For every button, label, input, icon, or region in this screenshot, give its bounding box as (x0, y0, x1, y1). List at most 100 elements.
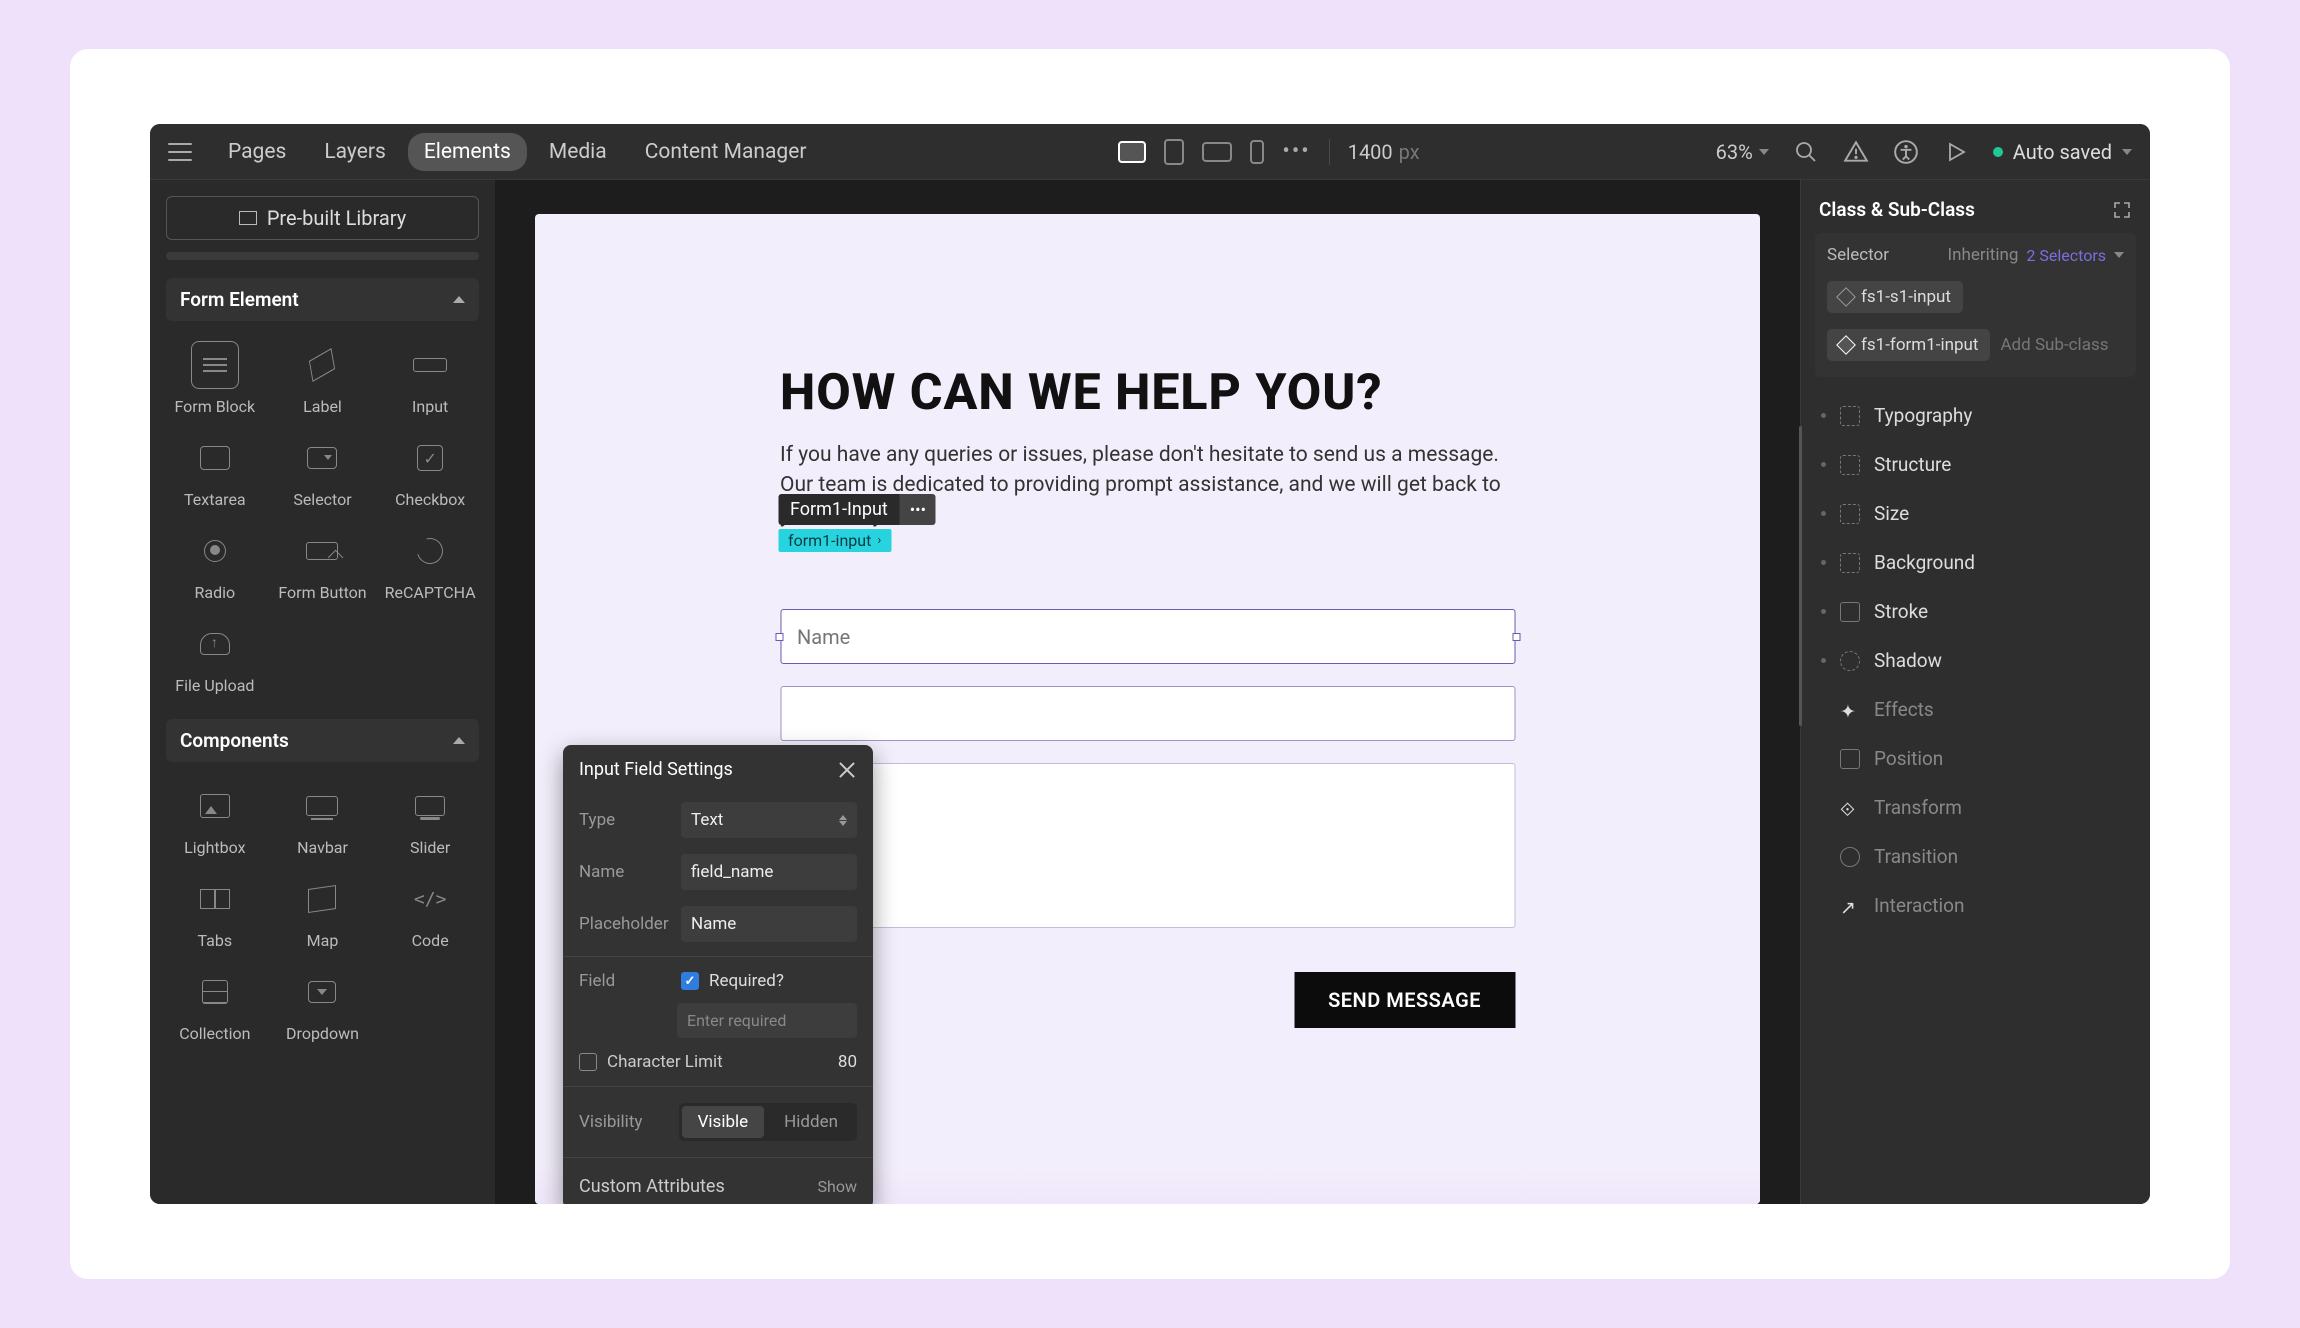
audit-icon[interactable] (1843, 139, 1869, 165)
selector-box: Selector Inheriting 2 Selectors fs1-s1-i… (1815, 233, 2136, 377)
style-size[interactable]: Size (1815, 489, 2136, 538)
nav-media[interactable]: Media (533, 133, 623, 171)
input-field-settings-panel: Input Field Settings Type Text Name fiel… (563, 745, 873, 1204)
accessibility-icon[interactable] (1893, 139, 1919, 165)
visibility-row: Visibility Visible Hidden (563, 1093, 873, 1151)
top-nav: Pages Layers Elements Media Content Mana… (212, 133, 822, 171)
form-elements-grid: Form Block Label Input Textarea Selector… (166, 335, 479, 701)
charlimit-value[interactable]: 80 (838, 1052, 857, 1072)
style-background[interactable]: Background (1815, 538, 2136, 587)
style-interaction[interactable]: ↗Interaction (1815, 881, 2136, 930)
hamburger-menu-icon[interactable] (168, 143, 192, 161)
email-input[interactable] (780, 686, 1515, 741)
phone-icon[interactable] (1250, 140, 1264, 164)
chevron-down-icon (1759, 149, 1769, 155)
required-checkbox[interactable] (681, 972, 699, 990)
tablet-landscape-icon[interactable] (1202, 142, 1232, 162)
visibility-hidden-option[interactable]: Hidden (768, 1106, 854, 1138)
component-tabs[interactable]: Tabs (166, 869, 264, 956)
preview-play-icon[interactable] (1943, 139, 1969, 165)
close-icon[interactable] (837, 760, 857, 780)
resize-handle-right[interactable] (1512, 633, 1520, 641)
device-preview-group: ••• (1118, 139, 1310, 165)
expand-icon[interactable] (2112, 200, 2132, 220)
element-form-block[interactable]: Form Block (166, 335, 264, 422)
type-select[interactable]: Text (681, 802, 857, 838)
element-file-upload[interactable]: File Upload (166, 614, 264, 701)
custom-attributes-row: Custom Attributes Show (563, 1164, 873, 1204)
more-devices-icon[interactable]: ••• (1282, 139, 1310, 164)
selected-class-tag[interactable]: form1-input› (778, 529, 891, 552)
message-textarea[interactable] (780, 763, 1515, 928)
canvas-width-value: 1400 (1348, 140, 1393, 164)
element-radio[interactable]: Radio (166, 521, 264, 608)
placeholder-input-field[interactable]: Name (681, 906, 857, 942)
nav-layers[interactable]: Layers (308, 133, 401, 171)
style-position[interactable]: Position (1815, 734, 2136, 783)
form-fields: SEND MESSAGE (780, 609, 1515, 1028)
prebuilt-library-button[interactable]: Pre-built Library (166, 196, 479, 240)
selection-breadcrumb[interactable]: Form1-Input ••• (778, 494, 936, 525)
character-limit-row: Character Limit 80 (563, 1044, 873, 1080)
add-subclass-button[interactable]: Add Sub-class (2000, 335, 2108, 355)
class-chip-fs1-form1-input[interactable]: fs1-form1-input (1827, 329, 1990, 361)
style-effects[interactable]: ✦Effects (1815, 685, 2136, 734)
zoom-value: 63% (1716, 140, 1753, 164)
tablet-portrait-icon[interactable] (1164, 139, 1184, 165)
panel-scrollbar[interactable] (1799, 426, 1802, 726)
component-slider[interactable]: Slider (381, 776, 479, 863)
style-panel: Class & Sub-Class Selector Inheriting 2 … (1800, 180, 2150, 1204)
style-typography[interactable]: Typography (1815, 391, 2136, 440)
class-chip-fs1-s1-input[interactable]: fs1-s1-input (1827, 281, 1963, 313)
element-checkbox[interactable]: Checkbox (381, 428, 479, 515)
component-lightbox[interactable]: Lightbox (166, 776, 264, 863)
search-icon[interactable] (1793, 139, 1819, 165)
name-row: Name field_name (563, 846, 873, 898)
component-navbar[interactable]: Navbar (274, 776, 372, 863)
name-input[interactable] (780, 609, 1515, 664)
style-structure[interactable]: Structure (1815, 440, 2136, 489)
style-transition[interactable]: Transition (1815, 832, 2136, 881)
nav-content-manager[interactable]: Content Manager (629, 133, 823, 171)
form-heading[interactable]: HOW CAN WE HELP YOU? (780, 364, 1515, 422)
desktop-icon[interactable] (1118, 141, 1146, 163)
app-outer-frame: Pages Layers Elements Media Content Mana… (70, 49, 2230, 1279)
style-stroke[interactable]: Stroke (1815, 587, 2136, 636)
nav-elements[interactable]: Elements (408, 133, 527, 171)
element-recaptcha[interactable]: ReCAPTCHA (381, 521, 479, 608)
element-label[interactable]: Label (274, 335, 372, 422)
autosave-status[interactable]: Auto saved (1993, 140, 2132, 164)
component-collection[interactable]: Collection (166, 962, 264, 1049)
charlimit-checkbox[interactable] (579, 1053, 597, 1071)
top-right-tools: 63% Auto saved (1716, 139, 2132, 165)
visibility-label: Visibility (579, 1112, 642, 1132)
component-map[interactable]: Map (274, 869, 372, 956)
element-form-button[interactable]: Form Button (274, 521, 372, 608)
canvas-width-display[interactable]: 1400 px (1348, 140, 1420, 164)
visibility-visible-option[interactable]: Visible (682, 1106, 765, 1138)
element-options-icon[interactable]: ••• (900, 494, 936, 525)
name-input-field[interactable]: field_name (681, 854, 857, 890)
style-transform[interactable]: ⟐Transform (1815, 783, 2136, 832)
show-custom-attributes-button[interactable]: Show (818, 1177, 857, 1196)
visibility-toggle: Visible Hidden (679, 1103, 857, 1141)
chevron-right-icon: › (877, 533, 881, 548)
send-message-button[interactable]: SEND MESSAGE (1294, 972, 1515, 1028)
custom-attributes-label: Custom Attributes (579, 1176, 725, 1197)
inheriting-count[interactable]: 2 Selectors (2026, 246, 2106, 265)
style-shadow[interactable]: Shadow (1815, 636, 2136, 685)
component-code[interactable]: </>Code (381, 869, 479, 956)
selected-element-tag[interactable]: Form1-Input (778, 494, 900, 525)
components-section-header[interactable]: Components (166, 719, 479, 762)
zoom-control[interactable]: 63% (1716, 140, 1769, 164)
divider (563, 956, 873, 957)
component-dropdown[interactable]: Dropdown (274, 962, 372, 1049)
resize-handle-left[interactable] (775, 633, 783, 641)
divider (563, 1157, 873, 1158)
element-input[interactable]: Input (381, 335, 479, 422)
element-textarea[interactable]: Textarea (166, 428, 264, 515)
form-element-section-header[interactable]: Form Element (166, 278, 479, 321)
required-message-input[interactable]: Enter required (677, 1003, 857, 1038)
element-selector[interactable]: Selector (274, 428, 372, 515)
nav-pages[interactable]: Pages (212, 133, 302, 171)
